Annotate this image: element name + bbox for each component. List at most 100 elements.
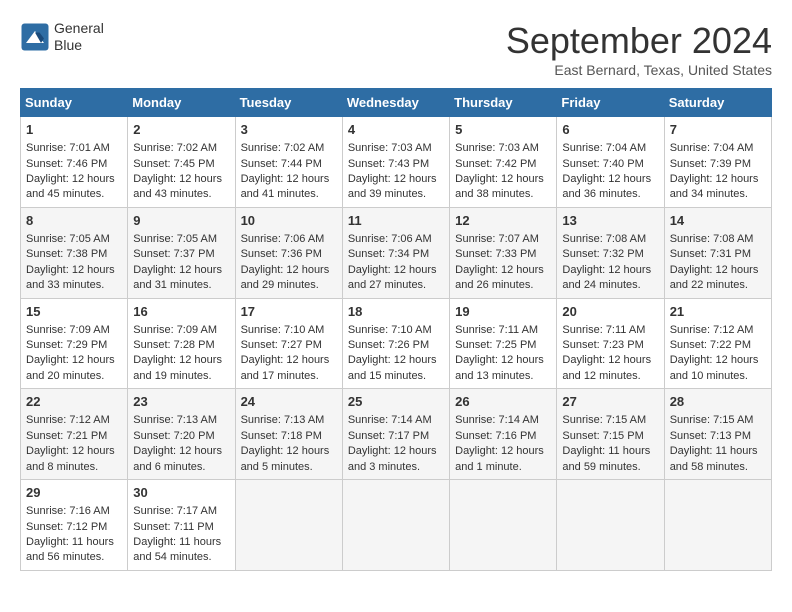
- day-info-line: Sunrise: 7:17 AM: [133, 505, 217, 517]
- day-info-line: and 26 minutes.: [455, 279, 533, 291]
- day-info-line: Sunset: 7:29 PM: [26, 339, 107, 351]
- weekday-header-cell: Wednesday: [342, 89, 449, 117]
- day-info-line: Sunset: 7:26 PM: [348, 339, 429, 351]
- calendar-day-cell: 20Sunrise: 7:11 AMSunset: 7:23 PMDayligh…: [557, 298, 664, 389]
- day-info-line: Sunrise: 7:07 AM: [455, 233, 539, 245]
- day-number: 3: [241, 121, 337, 139]
- day-info-line: Sunrise: 7:02 AM: [133, 142, 217, 154]
- day-number: 17: [241, 303, 337, 321]
- day-info-line: Sunset: 7:13 PM: [670, 430, 751, 442]
- calendar-day-cell: [450, 480, 557, 571]
- day-info-line: Sunset: 7:17 PM: [348, 430, 429, 442]
- calendar-day-cell: 23Sunrise: 7:13 AMSunset: 7:20 PMDayligh…: [128, 389, 235, 480]
- location-subtitle: East Bernard, Texas, United States: [506, 62, 772, 78]
- day-info-line: Sunset: 7:40 PM: [562, 158, 643, 170]
- day-info-line: Sunrise: 7:14 AM: [348, 414, 432, 426]
- day-number: 30: [133, 484, 229, 502]
- calendar-day-cell: 13Sunrise: 7:08 AMSunset: 7:32 PMDayligh…: [557, 207, 664, 298]
- calendar-day-cell: 9Sunrise: 7:05 AMSunset: 7:37 PMDaylight…: [128, 207, 235, 298]
- day-number: 21: [670, 303, 766, 321]
- day-info-line: Sunset: 7:23 PM: [562, 339, 643, 351]
- calendar-week-row: 29Sunrise: 7:16 AMSunset: 7:12 PMDayligh…: [21, 480, 772, 571]
- day-info-line: Sunrise: 7:01 AM: [26, 142, 110, 154]
- day-info-line: and 3 minutes.: [348, 461, 420, 473]
- day-info-line: Sunset: 7:16 PM: [455, 430, 536, 442]
- day-info-line: Sunset: 7:18 PM: [241, 430, 322, 442]
- day-number: 18: [348, 303, 444, 321]
- day-info-line: and 45 minutes.: [26, 188, 104, 200]
- day-info-line: Daylight: 12 hours: [670, 173, 759, 185]
- day-info-line: and 13 minutes.: [455, 370, 533, 382]
- calendar-day-cell: 30Sunrise: 7:17 AMSunset: 7:11 PMDayligh…: [128, 480, 235, 571]
- day-info-line: Daylight: 11 hours: [562, 445, 650, 457]
- day-info-line: and 43 minutes.: [133, 188, 211, 200]
- day-info-line: and 29 minutes.: [241, 279, 319, 291]
- day-info-line: Sunrise: 7:15 AM: [562, 414, 646, 426]
- day-info-line: and 56 minutes.: [26, 551, 104, 563]
- day-info-line: Sunset: 7:33 PM: [455, 248, 536, 260]
- calendar-day-cell: 8Sunrise: 7:05 AMSunset: 7:38 PMDaylight…: [21, 207, 128, 298]
- calendar-day-cell: 12Sunrise: 7:07 AMSunset: 7:33 PMDayligh…: [450, 207, 557, 298]
- day-info-line: Sunrise: 7:05 AM: [133, 233, 217, 245]
- day-number: 24: [241, 393, 337, 411]
- day-info-line: and 54 minutes.: [133, 551, 211, 563]
- calendar-day-cell: 29Sunrise: 7:16 AMSunset: 7:12 PMDayligh…: [21, 480, 128, 571]
- weekday-header-cell: Thursday: [450, 89, 557, 117]
- day-info-line: and 1 minute.: [455, 461, 522, 473]
- day-info-line: Sunrise: 7:12 AM: [670, 324, 754, 336]
- day-info-line: Sunset: 7:27 PM: [241, 339, 322, 351]
- day-info-line: Sunset: 7:15 PM: [562, 430, 643, 442]
- day-info-line: Sunrise: 7:08 AM: [670, 233, 754, 245]
- calendar-day-cell: 6Sunrise: 7:04 AMSunset: 7:40 PMDaylight…: [557, 117, 664, 208]
- day-info-line: Daylight: 12 hours: [26, 445, 115, 457]
- day-info-line: and 12 minutes.: [562, 370, 640, 382]
- calendar-table: SundayMondayTuesdayWednesdayThursdayFrid…: [20, 88, 772, 571]
- calendar-day-cell: 19Sunrise: 7:11 AMSunset: 7:25 PMDayligh…: [450, 298, 557, 389]
- calendar-day-cell: 3Sunrise: 7:02 AMSunset: 7:44 PMDaylight…: [235, 117, 342, 208]
- calendar-day-cell: 24Sunrise: 7:13 AMSunset: 7:18 PMDayligh…: [235, 389, 342, 480]
- day-number: 20: [562, 303, 658, 321]
- calendar-day-cell: 22Sunrise: 7:12 AMSunset: 7:21 PMDayligh…: [21, 389, 128, 480]
- day-info-line: Daylight: 12 hours: [455, 354, 544, 366]
- day-info-line: Sunrise: 7:03 AM: [455, 142, 539, 154]
- weekday-header-cell: Monday: [128, 89, 235, 117]
- calendar-day-cell: 21Sunrise: 7:12 AMSunset: 7:22 PMDayligh…: [664, 298, 771, 389]
- day-info-line: and 6 minutes.: [133, 461, 205, 473]
- day-info-line: and 31 minutes.: [133, 279, 211, 291]
- day-info-line: Sunrise: 7:09 AM: [133, 324, 217, 336]
- day-number: 19: [455, 303, 551, 321]
- day-info-line: Sunrise: 7:11 AM: [562, 324, 645, 336]
- calendar-day-cell: [664, 480, 771, 571]
- day-number: 22: [26, 393, 122, 411]
- day-info-line: and 17 minutes.: [241, 370, 319, 382]
- day-info-line: and 38 minutes.: [455, 188, 533, 200]
- day-info-line: and 10 minutes.: [670, 370, 748, 382]
- calendar-week-row: 22Sunrise: 7:12 AMSunset: 7:21 PMDayligh…: [21, 389, 772, 480]
- day-info-line: and 36 minutes.: [562, 188, 640, 200]
- day-info-line: Sunrise: 7:03 AM: [348, 142, 432, 154]
- day-info-line: Daylight: 12 hours: [348, 354, 437, 366]
- day-number: 25: [348, 393, 444, 411]
- weekday-header-row: SundayMondayTuesdayWednesdayThursdayFrid…: [21, 89, 772, 117]
- calendar-day-cell: 14Sunrise: 7:08 AMSunset: 7:31 PMDayligh…: [664, 207, 771, 298]
- logo-line1: General: [54, 20, 104, 37]
- calendar-day-cell: 4Sunrise: 7:03 AMSunset: 7:43 PMDaylight…: [342, 117, 449, 208]
- calendar-day-cell: 18Sunrise: 7:10 AMSunset: 7:26 PMDayligh…: [342, 298, 449, 389]
- day-info-line: Daylight: 12 hours: [26, 264, 115, 276]
- day-number: 2: [133, 121, 229, 139]
- calendar-day-cell: 25Sunrise: 7:14 AMSunset: 7:17 PMDayligh…: [342, 389, 449, 480]
- day-info-line: Sunset: 7:39 PM: [670, 158, 751, 170]
- day-info-line: Sunrise: 7:12 AM: [26, 414, 110, 426]
- day-number: 10: [241, 212, 337, 230]
- day-info-line: Daylight: 12 hours: [133, 173, 222, 185]
- day-info-line: Daylight: 11 hours: [670, 445, 758, 457]
- day-info-line: Daylight: 12 hours: [26, 173, 115, 185]
- day-number: 29: [26, 484, 122, 502]
- day-info-line: Sunset: 7:28 PM: [133, 339, 214, 351]
- day-info-line: Sunrise: 7:10 AM: [241, 324, 325, 336]
- day-info-line: and 34 minutes.: [670, 188, 748, 200]
- day-number: 8: [26, 212, 122, 230]
- logo-line2: Blue: [54, 37, 104, 54]
- day-info-line: Daylight: 11 hours: [26, 536, 114, 548]
- day-info-line: Sunrise: 7:11 AM: [455, 324, 538, 336]
